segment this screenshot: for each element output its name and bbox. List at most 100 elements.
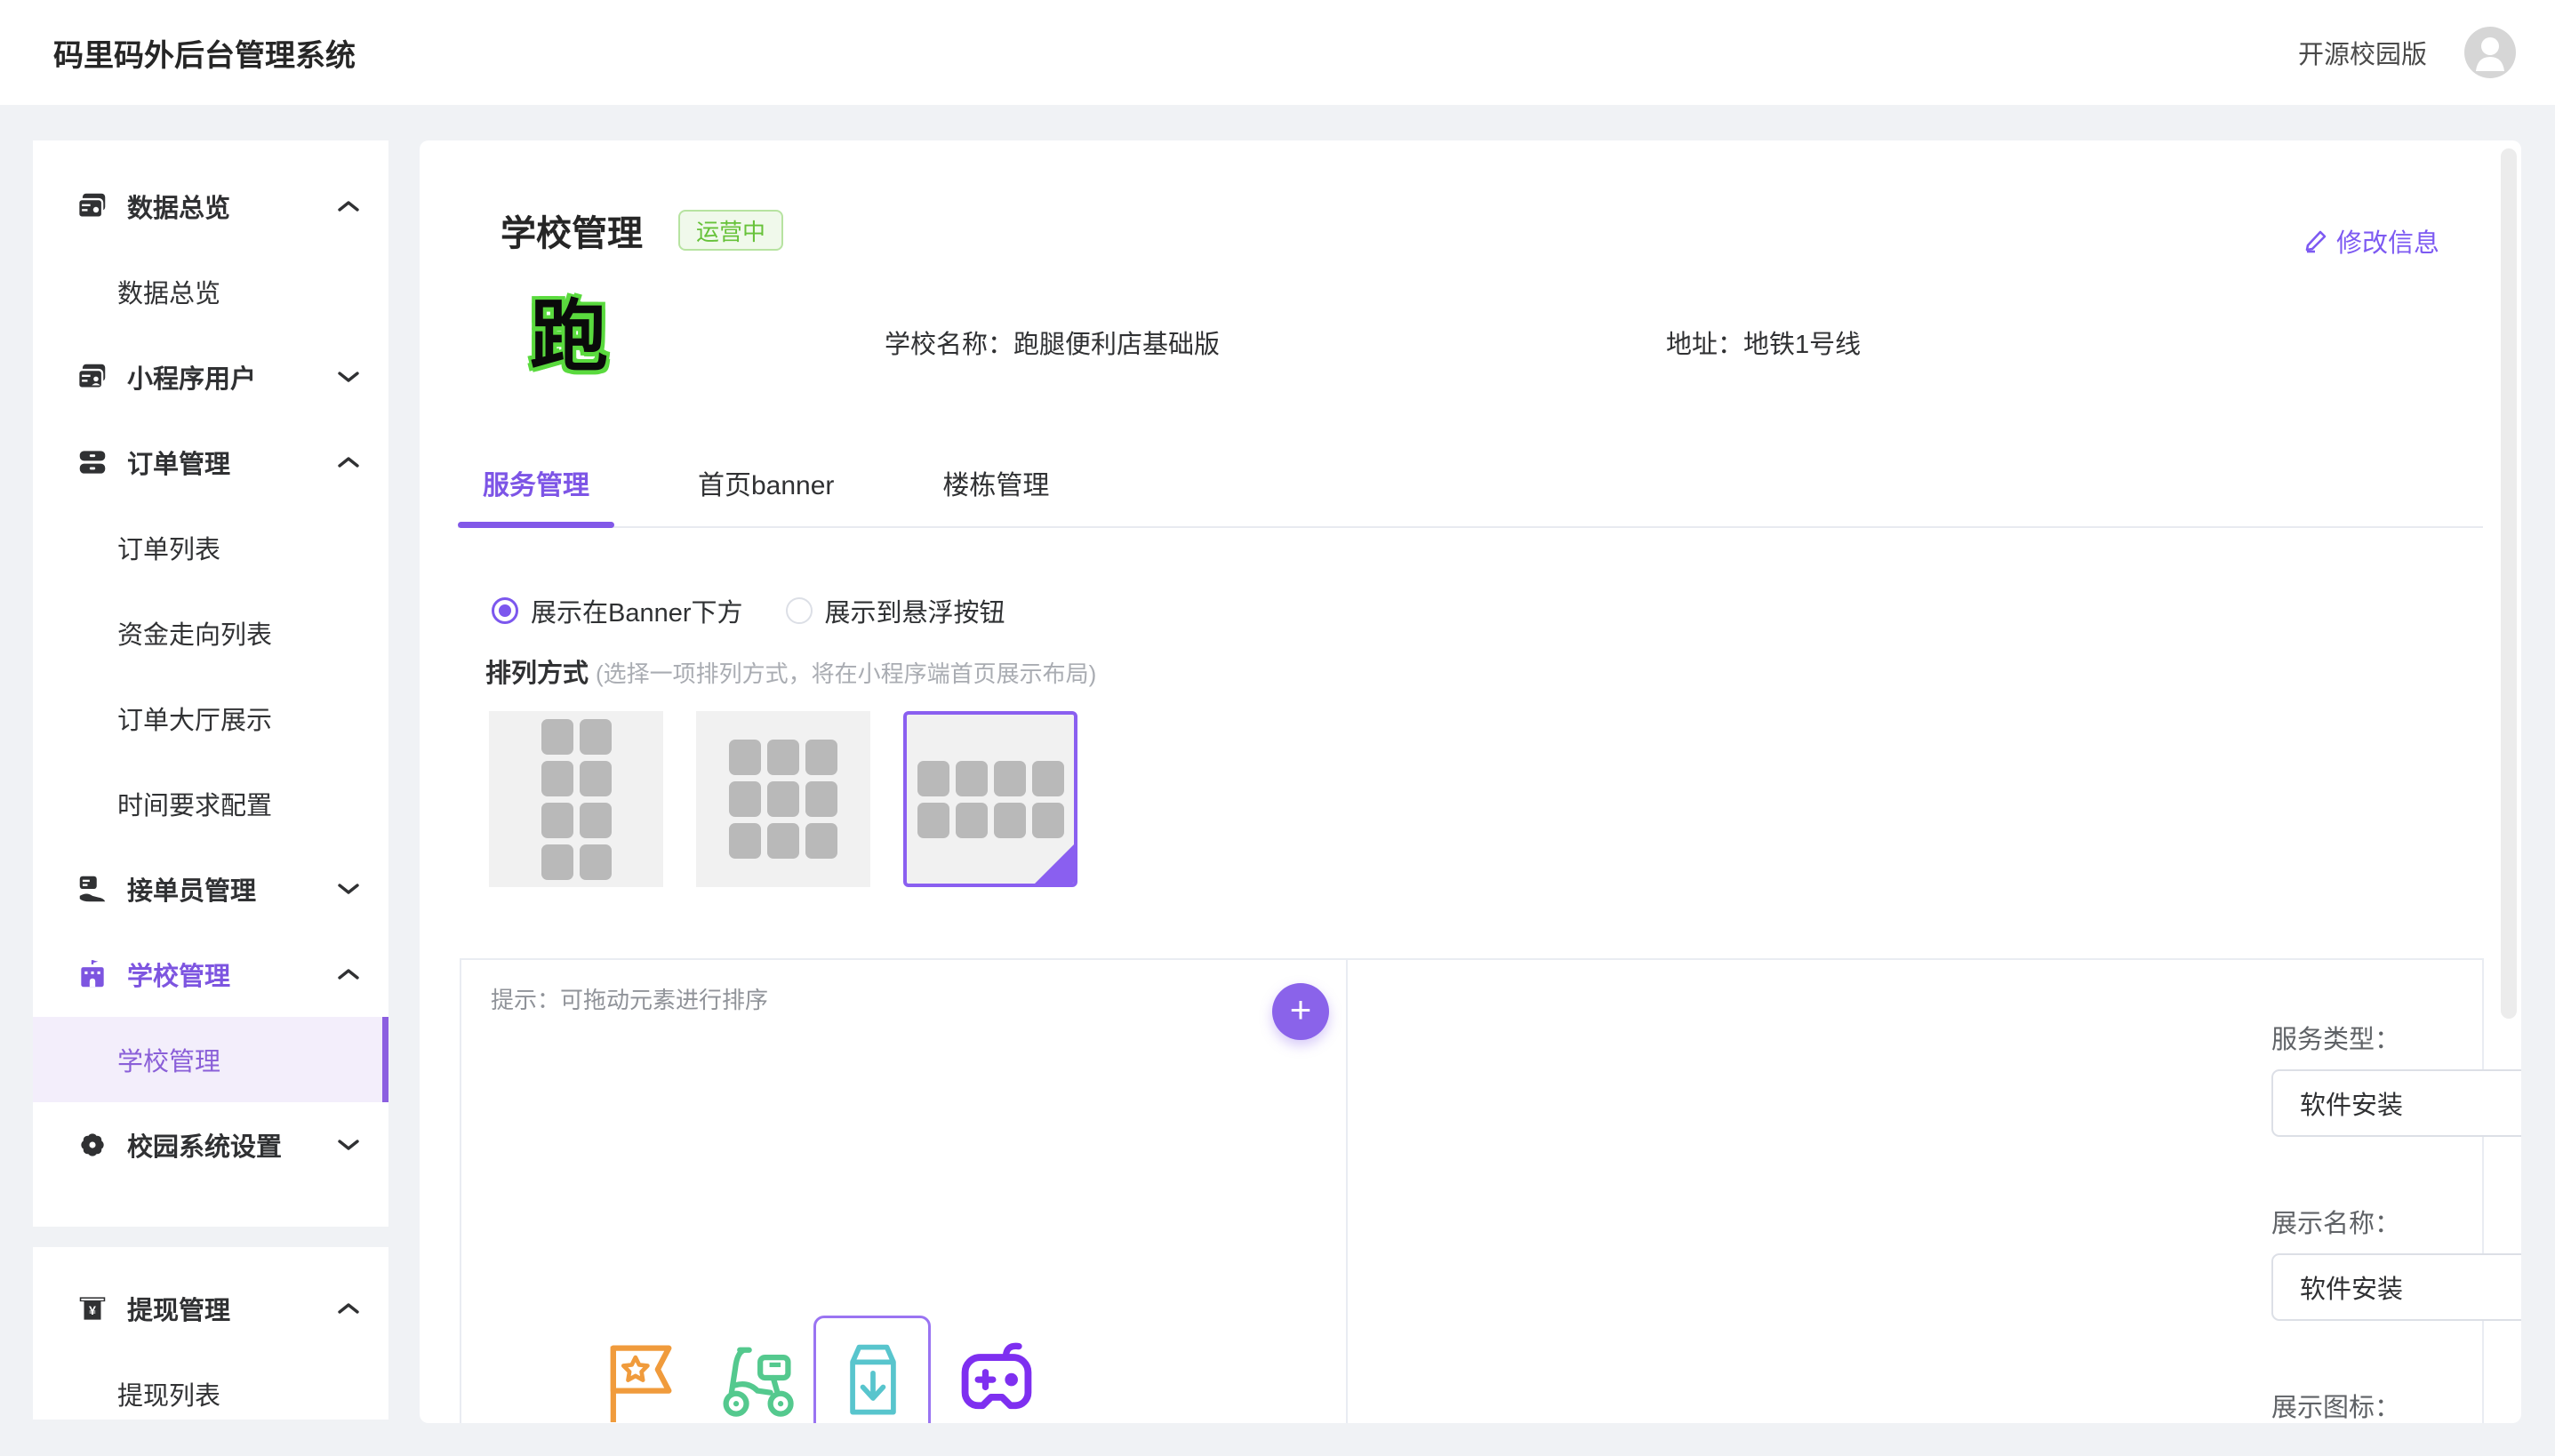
chevron-up-icon (337, 455, 360, 469)
chevron-down-icon (337, 882, 360, 896)
sidebar: 数据总览 数据总览 小程序用户 订单管理 订单列表 资金走向列表 订单大厅展示 … (33, 140, 388, 1227)
service-config-section: 提示：可拖动元素进行排序 + (460, 958, 2484, 1423)
data-overview-icon (76, 189, 109, 223)
sidebar-group-label: 小程序用户 (127, 358, 256, 396)
layout-grid-square (956, 803, 988, 838)
user-avatar[interactable] (2464, 27, 2516, 78)
page-title: 学校管理 (501, 204, 643, 256)
display-icon-label: 展示图标： (2271, 1387, 2400, 1423)
tab-building-management[interactable]: 楼栋管理 (917, 460, 1074, 526)
sidebar-group-miniprogram-users[interactable]: 小程序用户 (33, 334, 388, 420)
sidebar-group-withdraw[interactable]: ¥ 提现管理 (33, 1266, 388, 1351)
sidebar-item-school-management[interactable]: 学校管理 (33, 1017, 388, 1102)
school-icon (76, 957, 109, 991)
sidebar-group-label: 提现管理 (127, 1290, 230, 1327)
orders-icon (76, 445, 109, 479)
radio-floating-button[interactable] (786, 597, 813, 624)
status-badge: 运营中 (678, 210, 783, 251)
layout-grid-square (580, 844, 612, 880)
display-name-input[interactable]: 软件安装 (2271, 1253, 2521, 1321)
mini-program-users-icon (76, 360, 109, 394)
delivery-scooter-icon[interactable] (712, 1333, 801, 1422)
layout-grid-square (1032, 761, 1064, 796)
layout-grid-square (994, 761, 1026, 796)
user-avatar-icon (2464, 27, 2516, 78)
layout-grid-square (580, 761, 612, 796)
layout-option-3col[interactable] (696, 711, 870, 887)
sidebar-item-order-hall[interactable]: 订单大厅展示 (33, 676, 388, 761)
app-header: 码里码外后台管理系统 开源校园版 (0, 0, 2555, 105)
layout-grid-square (805, 823, 837, 859)
school-address-label: 地址：地铁1号线 (1666, 324, 1861, 361)
edit-info-link[interactable]: 修改信息 (2303, 222, 2439, 260)
flag-star-icon[interactable] (595, 1333, 684, 1422)
radio-label[interactable]: 展示到悬浮按钮 (825, 592, 1005, 629)
layout-grid-square (1032, 803, 1064, 838)
sidebar-group-campus-settings[interactable]: 校园系统设置 (33, 1102, 388, 1188)
service-type-label: 服务类型： (2271, 1019, 2400, 1056)
sidebar-group-label: 接单员管理 (127, 870, 256, 908)
chevron-up-icon (337, 1301, 360, 1316)
layout-grid-square (541, 761, 573, 796)
layout-grid-square (541, 844, 573, 880)
layout-grid-square (805, 781, 837, 817)
settings-icon (76, 1128, 109, 1162)
courier-icon (76, 872, 109, 906)
sidebar-group-label: 数据总览 (127, 188, 230, 225)
layout-option-2col[interactable] (489, 711, 663, 887)
layout-grid-square (767, 781, 799, 817)
sidebar-group-label: 校园系统设置 (127, 1126, 282, 1164)
card-scrollbar[interactable] (2501, 148, 2517, 1019)
layout-grid-square (729, 740, 761, 775)
display-position-options: 展示在Banner下方 展示到悬浮按钮 (492, 592, 1048, 629)
tab-bar: 服务管理 首页banner 楼栋管理 (458, 460, 2483, 528)
sidebar-item-data-overview[interactable]: 数据总览 (33, 249, 388, 334)
layout-grid-square (956, 761, 988, 796)
layout-grid-square (994, 803, 1026, 838)
sidebar-group-courier[interactable]: 接单员管理 (33, 846, 388, 932)
sidebar-item-fund-flow[interactable]: 资金走向列表 (33, 590, 388, 676)
selected-service-icon-frame[interactable] (813, 1316, 931, 1423)
sidebar-item-withdraw-list[interactable]: 提现列表 (33, 1351, 388, 1420)
package-download-icon (829, 1332, 917, 1421)
app-title: 码里码外后台管理系统 (53, 31, 356, 75)
chevron-up-icon (337, 199, 360, 213)
service-sort-panel: 提示：可拖动元素进行排序 + (461, 960, 1348, 1423)
sidebar-group-label: 学校管理 (127, 956, 230, 993)
sidebar-item-order-list[interactable]: 订单列表 (33, 505, 388, 590)
service-form-panel: 服务类型： 软件安装 展示名称： 软件安装 展示图标： (1348, 960, 2482, 1423)
radio-label[interactable]: 展示在Banner下方 (531, 592, 743, 629)
school-logo: 跑 (525, 292, 613, 382)
layout-grid-square (805, 740, 837, 775)
display-name-label: 展示名称： (2271, 1203, 2400, 1240)
service-type-select[interactable]: 软件安装 (2271, 1069, 2521, 1137)
sidebar-group-school[interactable]: 学校管理 (33, 932, 388, 1017)
drag-sort-hint: 提示：可拖动元素进行排序 (491, 982, 768, 1015)
withdraw-icon: ¥ (76, 1292, 109, 1325)
game-controller-icon[interactable] (952, 1333, 1041, 1422)
arrange-mode-note: (选择一项排列方式，将在小程序端首页展示布局) (596, 656, 1096, 689)
sidebar-group-orders[interactable]: 订单管理 (33, 420, 388, 505)
layout-option-list (489, 711, 1110, 887)
layout-option-4col[interactable] (903, 711, 1077, 887)
layout-grid-square (917, 761, 949, 796)
sidebar-group-label: 订单管理 (127, 444, 230, 481)
add-service-button[interactable]: + (1272, 983, 1329, 1040)
edition-label: 开源校园版 (2298, 34, 2427, 71)
tab-service-management[interactable]: 服务管理 (458, 460, 614, 526)
layout-grid-square (541, 803, 573, 838)
layout-grid-square (767, 823, 799, 859)
layout-grid-square (767, 740, 799, 775)
tab-home-banner[interactable]: 首页banner (673, 460, 859, 526)
layout-grid-square (917, 803, 949, 838)
pencil-icon (2303, 228, 2329, 254)
sidebar-group-data-overview[interactable]: 数据总览 (33, 164, 388, 249)
layout-grid-square (580, 803, 612, 838)
sidebar-item-time-config[interactable]: 时间要求配置 (33, 761, 388, 846)
chevron-up-icon (337, 967, 360, 981)
chevron-down-icon (337, 370, 360, 384)
layout-grid-square (580, 719, 612, 755)
layout-grid-square (729, 781, 761, 817)
radio-banner-below[interactable] (492, 597, 518, 624)
layout-grid-square (541, 719, 573, 755)
